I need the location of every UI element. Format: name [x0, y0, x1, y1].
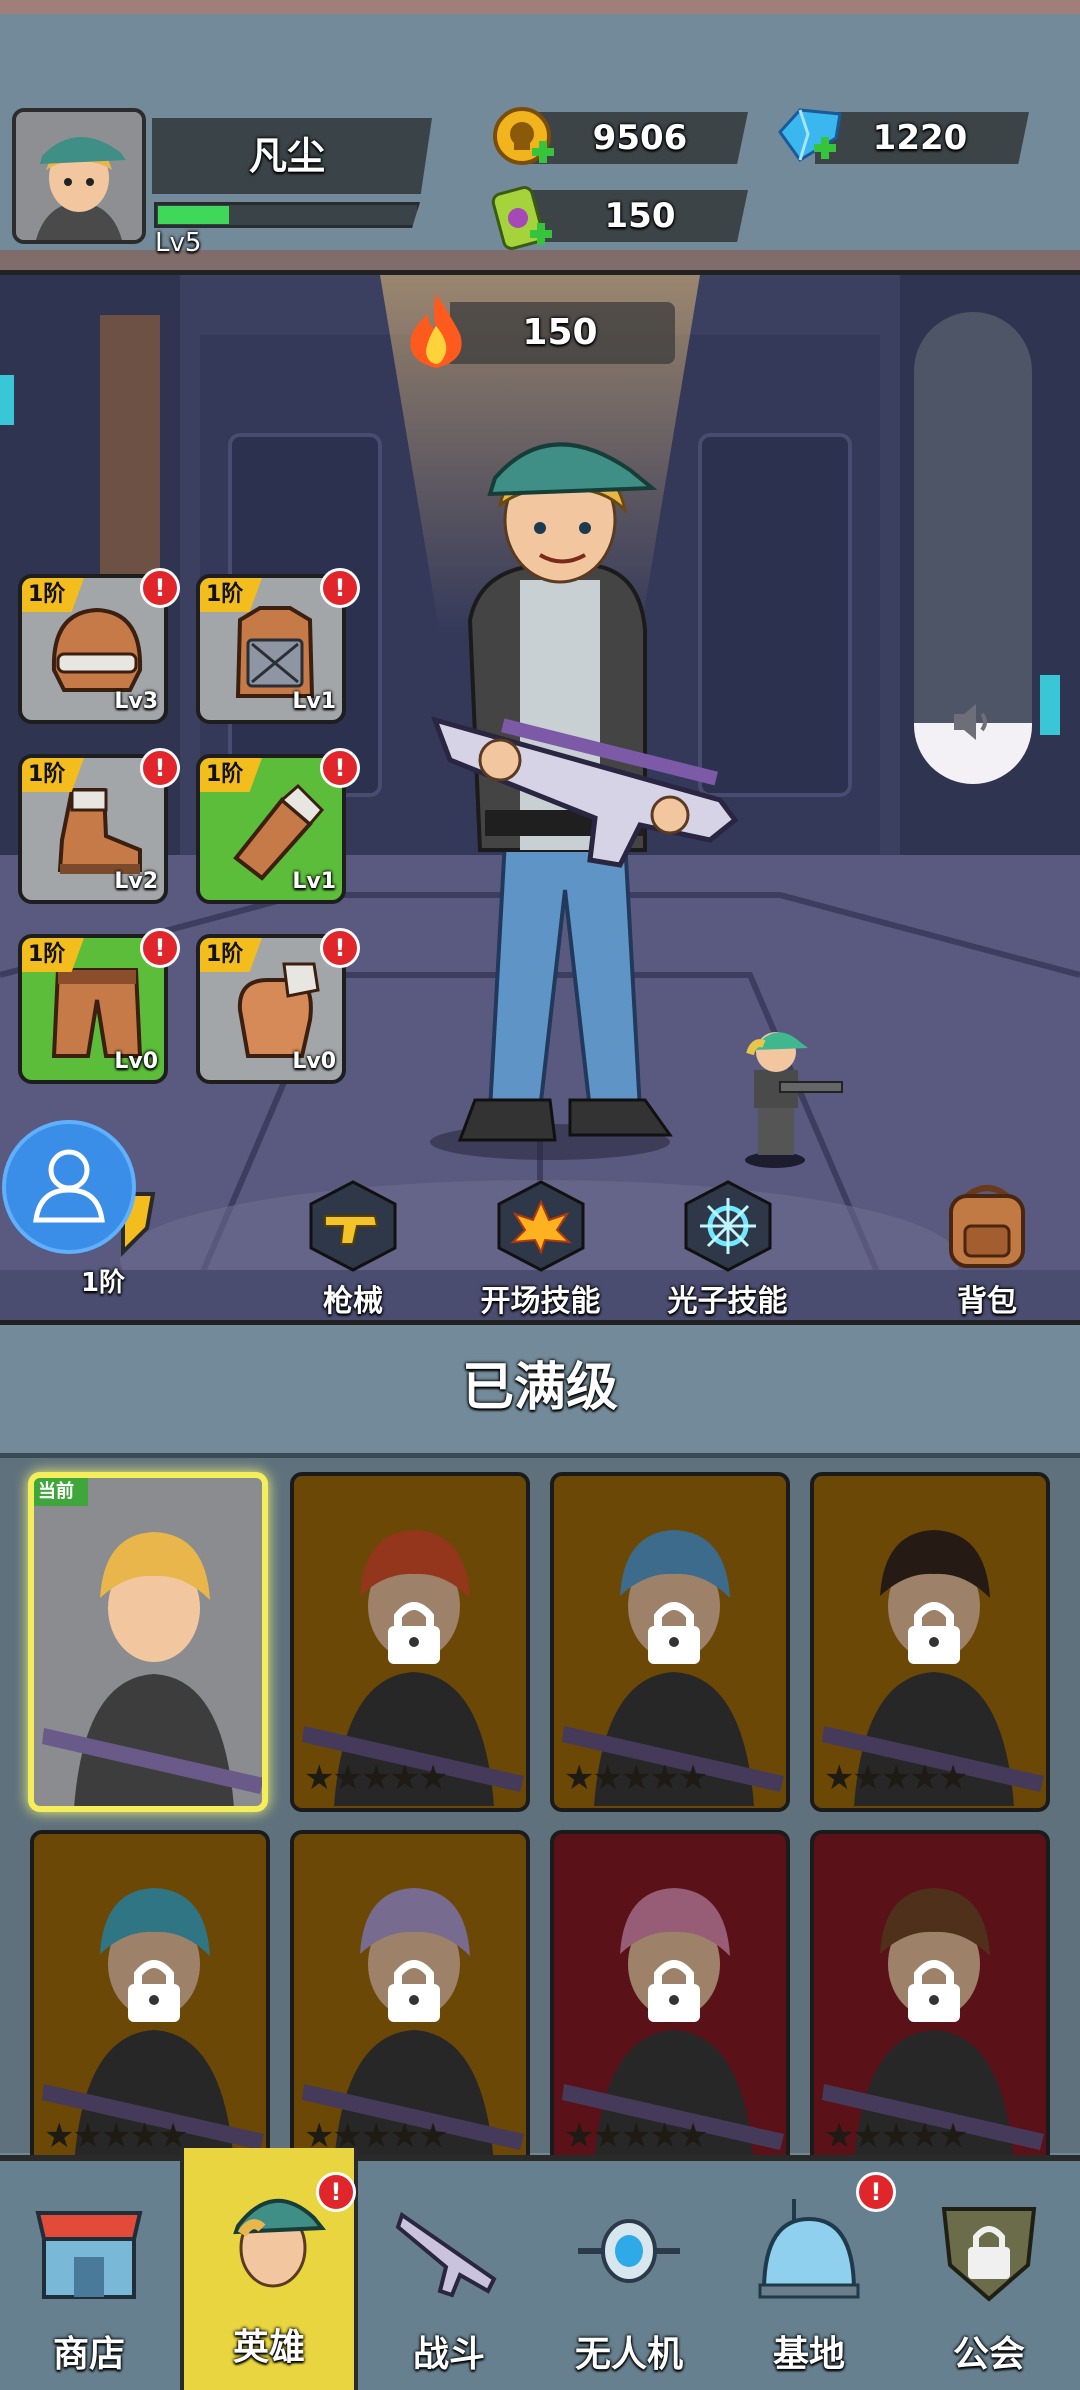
equip-level-label: Lv1: [292, 689, 336, 714]
alert-badge: !: [320, 748, 360, 788]
opening-skill-label: 开场技能: [480, 1284, 601, 1319]
equip-level-label: Lv0: [292, 1049, 336, 1074]
player-avatar[interactable]: [12, 108, 146, 244]
explosion-icon: [497, 1180, 584, 1272]
speaker-icon[interactable]: [950, 700, 996, 744]
diamond-value: 1220: [872, 118, 968, 158]
diamond-icon[interactable]: [770, 104, 850, 168]
hero-card-locked[interactable]: ★★★★★: [550, 1472, 790, 1812]
opening-skill-button[interactable]: 开场技能: [463, 1180, 618, 1320]
hero-portrait-icon: [16, 112, 142, 240]
player-name: 凡尘: [248, 134, 325, 178]
nav-base-label: 基地: [772, 2334, 845, 2375]
alert-badge: !: [856, 2172, 896, 2212]
hero-card-locked[interactable]: ★★★★★: [550, 1830, 790, 2170]
gold-value: 9506: [592, 118, 688, 158]
hero-card-locked[interactable]: ★★★★★: [30, 1830, 270, 2170]
alert-badge: !: [320, 928, 360, 968]
firearms-label: 枪械: [323, 1284, 383, 1319]
lock-icon: [128, 1960, 180, 2022]
star-rating: ★★★★★: [824, 1758, 968, 1798]
firearms-button[interactable]: 枪械: [278, 1180, 428, 1320]
backpack-label: 背包: [957, 1284, 1017, 1319]
rifle-icon: [395, 2211, 497, 2298]
max-level-status: 已满级: [461, 1358, 618, 1418]
alert-badge: !: [316, 2172, 356, 2212]
lock-icon: [388, 1960, 440, 2022]
hero-icon: [233, 2198, 327, 2288]
hero-card-locked[interactable]: ★★★★★: [810, 1830, 1050, 2170]
fire-icon: [410, 294, 462, 368]
nav-shop[interactable]: 商店: [0, 2165, 178, 2390]
equip-level-label: Lv3: [114, 689, 158, 714]
star-rating: ★★★★★: [564, 2116, 708, 2156]
lock-icon: [388, 1602, 440, 1664]
alert-badge: !: [140, 748, 180, 788]
equip-level-label: Lv2: [114, 869, 158, 894]
decor-top-edge: [0, 0, 1080, 14]
photon-skill-button[interactable]: 光子技能: [650, 1180, 805, 1320]
base-dome-icon: [758, 2199, 860, 2299]
nav-hero-label: 英雄: [232, 2327, 305, 2368]
nav-guild-label: 公会: [952, 2334, 1025, 2375]
backpack-icon: [949, 1185, 1025, 1268]
alert-badge: !: [140, 568, 180, 608]
hero-card-current[interactable]: 当前: [28, 1472, 268, 1812]
star-rating: ★★★★★: [824, 2116, 968, 2156]
combat-power-value: 150: [522, 312, 598, 353]
lock-icon: [908, 1960, 960, 2022]
user-icon: [33, 1149, 105, 1223]
profile-float-button[interactable]: [2, 1120, 136, 1254]
mini-hero-preview: [745, 1032, 843, 1168]
star-rating: ★★★★★: [304, 1758, 448, 1798]
energy-value: 150: [604, 196, 676, 236]
star-rating: ★★★★★: [564, 1758, 708, 1798]
equip-level-label: Lv0: [114, 1049, 158, 1074]
shop-icon: [35, 2211, 143, 2299]
nav-drone[interactable]: 无人机: [540, 2165, 718, 2390]
backpack-button[interactable]: 背包: [912, 1176, 1062, 1320]
nav-guild[interactable]: 公会: [900, 2165, 1078, 2390]
current-badge: 当前: [34, 1478, 88, 1506]
alert-badge: !: [140, 928, 180, 968]
drone-icon: [578, 2219, 680, 2283]
photon-burst-icon: [684, 1180, 771, 1272]
lock-icon: [648, 1602, 700, 1664]
hero-card-locked[interactable]: ★★★★★: [290, 1830, 530, 2170]
lock-icon: [908, 1602, 960, 1664]
hero-card-portrait: [42, 1532, 262, 1806]
hero-card-locked[interactable]: ★★★★★: [290, 1472, 530, 1812]
nav-battle[interactable]: 战斗: [360, 2165, 538, 2390]
energy-can-icon[interactable]: [490, 180, 556, 254]
player-level: Lv5: [155, 228, 202, 258]
gold-coin-icon[interactable]: [492, 106, 556, 170]
nav-battle-label: 战斗: [412, 2334, 485, 2375]
hero-card-locked[interactable]: ★★★★★: [810, 1472, 1050, 1812]
alert-badge: !: [320, 568, 360, 608]
rank-label: 1阶: [80, 1268, 126, 1298]
photon-skill-label: 光子技能: [667, 1284, 788, 1319]
guild-shield-icon: [941, 2207, 1037, 2302]
lock-icon: [648, 1960, 700, 2022]
equip-level-label: Lv1: [292, 869, 336, 894]
nav-drone-label: 无人机: [574, 2334, 683, 2375]
xp-bar-fill: [158, 206, 229, 224]
nav-shop-label: 商店: [52, 2334, 125, 2375]
gun-icon: [309, 1180, 397, 1272]
star-rating: ★★★★★: [44, 2116, 188, 2156]
